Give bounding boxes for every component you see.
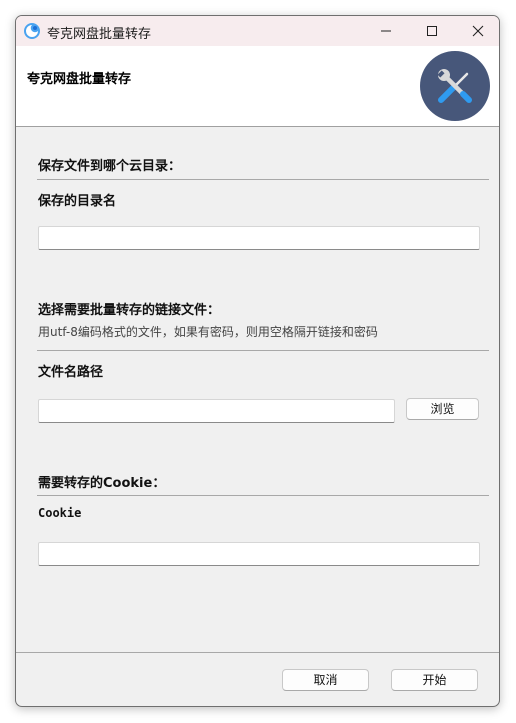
cookie-label: Cookie bbox=[38, 506, 82, 520]
divider bbox=[37, 350, 489, 351]
save-section-title: 保存文件到哪个云目录： bbox=[38, 159, 182, 174]
window-title: 夸克网盘批量转存 bbox=[47, 27, 152, 42]
header-title: 夸克网盘批量转存 bbox=[27, 72, 132, 87]
header-badge bbox=[420, 51, 490, 121]
start-button[interactable]: 开始 bbox=[391, 669, 478, 691]
link-section-description: 用utf-8编码格式的文件，如果有密码，则用空格隔开链接和密码 bbox=[38, 325, 378, 339]
app-window: 夸克网盘批量转存 夸克网盘批量转存 保存文件到哪个云目录： 保存的目录名 选择需… bbox=[15, 15, 500, 707]
tools-icon bbox=[437, 69, 472, 103]
link-section-title: 选择需要批量转存的链接文件： bbox=[38, 303, 221, 318]
divider bbox=[37, 495, 489, 496]
close-icon bbox=[472, 25, 484, 37]
file-path-input[interactable] bbox=[38, 399, 395, 423]
close-button[interactable] bbox=[455, 16, 499, 46]
maximize-icon bbox=[427, 26, 437, 36]
cookie-section-title: 需要转存的Cookie： bbox=[38, 476, 166, 491]
header-banner: 夸克网盘批量转存 bbox=[16, 46, 499, 127]
minimize-icon bbox=[381, 30, 391, 32]
save-dir-input[interactable] bbox=[38, 226, 480, 250]
minimize-button[interactable] bbox=[363, 16, 409, 46]
maximize-button[interactable] bbox=[409, 16, 455, 46]
cancel-button[interactable]: 取消 bbox=[282, 669, 369, 691]
cookie-input[interactable] bbox=[38, 542, 480, 566]
divider bbox=[37, 179, 489, 180]
save-dir-label: 保存的目录名 bbox=[38, 194, 117, 209]
title-bar[interactable]: 夸克网盘批量转存 bbox=[16, 16, 499, 46]
app-icon bbox=[23, 22, 41, 40]
file-path-label: 文件名路径 bbox=[38, 365, 104, 380]
footer-divider bbox=[16, 652, 499, 653]
browse-button[interactable]: 浏览 bbox=[406, 398, 479, 420]
